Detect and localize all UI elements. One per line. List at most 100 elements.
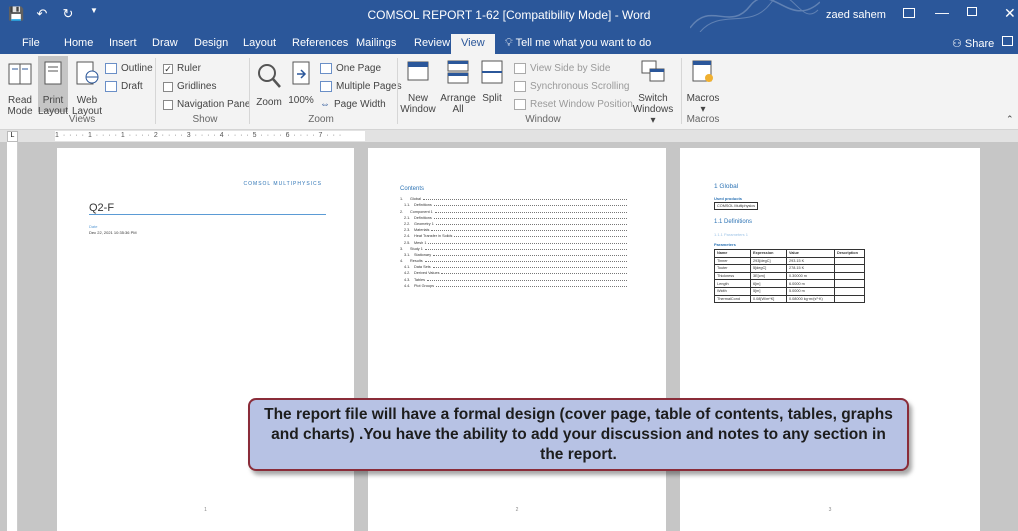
web-layout-label-1: Web [76, 95, 98, 106]
tell-me-search[interactable]: 💡︎ Tell me what you want to do [505, 37, 651, 50]
annotation-callout: The report file will have a formal desig… [248, 398, 909, 471]
draft-icon [105, 81, 117, 92]
multiple-pages-button[interactable]: Multiple Pages [320, 81, 402, 92]
zoom-100-icon [292, 61, 310, 85]
zoom-100-label: 100% [288, 95, 314, 106]
macros-label: Macros [686, 93, 720, 104]
switch-windows-icon [641, 60, 665, 82]
views-group-label: Views [68, 114, 96, 125]
ruler-checkbox[interactable]: ✓ Ruler [163, 63, 201, 74]
page-cover[interactable]: COMSOL MULTIPHYSICS Q2-F Date Dec 22, 20… [57, 148, 354, 531]
reset-window-position-button[interactable]: Reset Window Position [514, 99, 633, 110]
table-header-row: Name Expression Value Description [714, 249, 865, 258]
view-side-by-side-button[interactable]: View Side by Side [514, 63, 610, 74]
synchronous-scrolling-button[interactable]: Synchronous Scrolling [514, 81, 630, 92]
multiple-pages-icon [320, 81, 332, 92]
window-group-label: Window [525, 114, 561, 125]
arrange-all-button[interactable]: Arrange All [440, 58, 476, 115]
tab-insert[interactable]: Insert [109, 37, 137, 49]
web-layout-button[interactable]: Web Layout [72, 60, 102, 117]
ribbon-view: Read Mode Print Layout Web Layout Outlin… [0, 54, 1018, 130]
table-row: Tinner 293[degC] 293.15 K [714, 256, 865, 266]
separator [249, 58, 250, 124]
show-group-label: Show [192, 114, 218, 125]
split-icon [481, 60, 503, 84]
cover-divider [89, 214, 326, 215]
table-row: Touter 5[degC] 278.15 K [714, 264, 865, 273]
new-window-button[interactable]: New Window [400, 58, 436, 115]
page-width-button[interactable]: ⇔ Page Width [320, 99, 386, 110]
reset-window-position-label: Reset Window Position [530, 99, 633, 110]
zoom-group-label: Zoom [308, 114, 334, 125]
split-label: Split [482, 93, 502, 104]
table-row: Thickness 3E[cm] 0.30000 m [714, 271, 865, 281]
tab-selector[interactable]: L [7, 131, 18, 142]
tab-view[interactable]: View [451, 34, 495, 54]
table-row: ThermalCond 0.08[W/m*K] 0.08000 kg·m/(s³·K… [714, 294, 865, 304]
sub-subsection-heading: 1.1.1 Parameters 1 [714, 232, 749, 237]
tab-file[interactable]: File [22, 37, 40, 49]
read-mode-label-1: Read [8, 95, 32, 106]
web-layout-icon [76, 61, 99, 85]
tab-review[interactable]: Review [414, 37, 450, 49]
split-button[interactable]: Split [478, 58, 506, 104]
switch-windows-button[interactable]: Switch Windows ▾ [632, 58, 674, 126]
toc-entry[interactable]: 4.4. Plot Groups [400, 282, 629, 288]
macros-group-label: Macros [686, 114, 720, 125]
arrange-all-label-2: All [452, 104, 464, 115]
ribbon-display-options-icon[interactable] [903, 8, 915, 18]
zoom-100-button[interactable]: 100% [286, 60, 316, 106]
parameters-label: Parameters [714, 242, 736, 247]
minimize-icon[interactable]: — [935, 4, 949, 20]
page-width-label: Page Width [334, 99, 386, 110]
table-row: Length 6[m] 6.0000 m [714, 279, 865, 288]
arrange-all-label-1: Arrange [440, 93, 476, 104]
tab-design[interactable]: Design [194, 37, 228, 49]
restore-icon[interactable] [967, 7, 977, 16]
separator [155, 58, 156, 124]
print-layout-button[interactable]: Print Layout [38, 56, 68, 117]
subsection-heading: 1.1 Definitions [714, 219, 753, 225]
page-number: 2 [515, 507, 519, 513]
page-global[interactable]: 1 Global Used products COMSOL Multiphysi… [680, 148, 980, 531]
close-icon[interactable]: ✕ [1004, 5, 1016, 22]
tab-draw[interactable]: Draw [152, 37, 178, 49]
reset-position-icon [514, 99, 526, 110]
tab-references[interactable]: References [292, 37, 348, 49]
comments-icon[interactable] [1002, 36, 1013, 46]
lightbulb-icon: 💡︎ [505, 37, 516, 49]
tab-layout[interactable]: Layout [243, 37, 276, 49]
outline-button[interactable]: Outline [105, 63, 153, 74]
synchronous-scrolling-label: Synchronous Scrolling [530, 81, 630, 92]
page-width-icon: ⇔ [320, 99, 330, 110]
horizontal-ruler[interactable]: 1 · · · · 1 · · · · 1 · · · · 2 · · · · … [55, 131, 365, 141]
read-mode-button[interactable]: Read Mode [5, 60, 35, 117]
date-label: Date [89, 224, 98, 229]
table-of-contents: 1. Global 1.1. Definitions 2. Component 1 2… [400, 195, 629, 288]
navigation-pane-checkbox[interactable]: Navigation Pane [163, 99, 250, 110]
draft-button[interactable]: Draft [105, 81, 143, 92]
sync-scroll-icon [514, 81, 526, 92]
magnifier-icon [258, 64, 281, 88]
page-contents[interactable]: Contents 1. Global 1.1. Definitions 2. Comp… [368, 148, 666, 531]
title-bar: 💾 ↶ ↻ ▼ COMSOL REPORT 1-62 [Compatibilit… [0, 0, 1018, 32]
ruler-check-icon: ✓ [163, 63, 173, 74]
navigation-pane-label: Navigation Pane [177, 99, 251, 110]
view-side-by-side-label: View Side by Side [530, 63, 611, 74]
tab-mailings[interactable]: Mailings [356, 37, 396, 49]
macros-icon [692, 60, 713, 82]
switch-windows-label-2: Windows ▾ [632, 104, 674, 126]
tab-home[interactable]: Home [64, 37, 93, 49]
vertical-ruler[interactable] [7, 142, 18, 531]
zoom-button[interactable]: Zoom [254, 62, 284, 108]
gridlines-checkbox[interactable]: Gridlines [163, 81, 216, 92]
date-value: Dec 22, 2021 10:35:36 PM [89, 230, 137, 235]
share-button[interactable]: ⚇ Share [952, 37, 994, 50]
callout-text: The report file will have a formal desig… [264, 406, 893, 463]
one-page-button[interactable]: One Page [320, 63, 381, 74]
arrange-all-icon [447, 60, 469, 84]
user-name[interactable]: zaed sahem [826, 9, 886, 21]
separator [397, 58, 398, 124]
collapse-ribbon-icon[interactable]: ⌃ [1006, 114, 1014, 125]
macros-button[interactable]: Macros ▾ [686, 58, 720, 115]
